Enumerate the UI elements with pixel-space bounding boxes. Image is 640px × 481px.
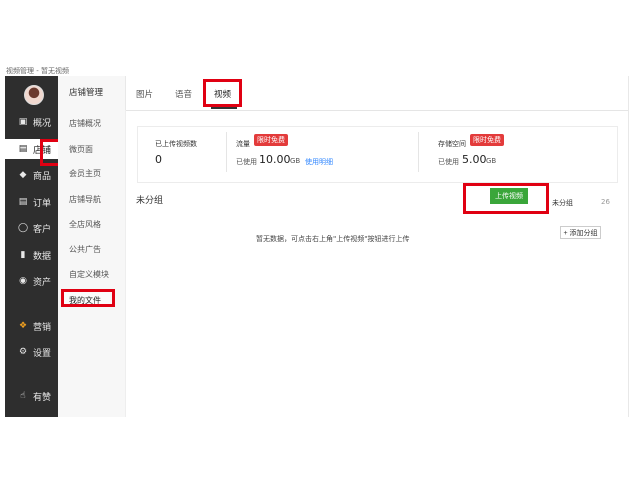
user-icon: ◯	[17, 223, 29, 233]
sidebar-item-label: 商品	[33, 171, 52, 182]
sidebar-item-orders[interactable]: ▤ 订单	[5, 192, 58, 212]
tab-active-indicator	[211, 107, 237, 109]
storage-used-prefix: 已使用	[438, 158, 459, 166]
tab-audio[interactable]: 语音	[175, 88, 192, 100]
tab-images[interactable]: 图片	[136, 88, 153, 100]
sidebar-item-label: 订单	[33, 198, 52, 209]
sidebar-item-label: 设置	[33, 348, 52, 359]
subnav-item-store-style[interactable]: 全店风格	[69, 219, 101, 230]
sidebar-item-customers[interactable]: ◯ 客户	[5, 218, 58, 238]
sidebar-item-settings[interactable]: ⚙ 设置	[5, 342, 58, 362]
traffic-free-badge: 限时免费	[254, 134, 288, 146]
grid-icon: ❖	[18, 321, 28, 331]
storage-unit: GB	[486, 157, 497, 165]
storage-label: 存储空间	[438, 140, 466, 148]
uploaded-count-value: 0	[155, 153, 162, 166]
sidebar-item-products[interactable]: ◆ 商品	[5, 165, 58, 185]
thumbs-up-icon: ☝	[20, 391, 26, 401]
sidebar-item-marketing[interactable]: ❖ 营销	[5, 316, 58, 336]
tabs-divider	[125, 110, 628, 111]
content-left-border	[125, 110, 126, 417]
group-title: 未分组	[136, 196, 164, 206]
subnav-item-public-ad[interactable]: 公共广告	[69, 244, 101, 255]
sidebar-item-label: 有赞	[33, 392, 52, 403]
add-group-button[interactable]: + 添加分组	[560, 226, 601, 239]
wallet-icon: ◉	[19, 276, 27, 286]
gear-icon: ⚙	[18, 347, 28, 357]
traffic-used-value: 10.00	[259, 153, 291, 166]
subnav-title: 店铺管理	[69, 88, 104, 98]
order-list-icon: ▤	[18, 197, 28, 207]
tag-icon: ◆	[19, 170, 27, 180]
monitor-icon: ▣	[18, 117, 28, 127]
empty-state-message: 暂无数据，可点击右上角"上传视频"按钮进行上传	[256, 235, 410, 243]
sidebar-item-assets[interactable]: ◉ 资产	[5, 271, 58, 291]
sidebar-item-label: 数据	[33, 251, 52, 262]
subnav-item-micropage[interactable]: 微页面	[69, 144, 93, 155]
stats-divider	[226, 132, 227, 172]
usage-details-link[interactable]: 使用明细	[305, 157, 333, 167]
stats-divider	[418, 132, 419, 172]
uploaded-count-label: 已上传视频数	[155, 140, 197, 148]
sidebar-item-data[interactable]: ▮ 数据	[5, 245, 58, 265]
traffic-unit: GB	[290, 157, 301, 165]
sidebar-item-youzan[interactable]: ☝ 有赞	[5, 386, 58, 406]
bar-chart-icon: ▮	[20, 250, 26, 260]
sidebar-item-label: 客户	[33, 224, 52, 235]
traffic-used-prefix: 已使用	[236, 158, 257, 166]
sidebar-item-label: 营销	[33, 322, 52, 333]
group-list-item-ungrouped[interactable]: 未分组	[552, 198, 573, 208]
subnav-item-overview[interactable]: 店铺概况	[69, 118, 101, 129]
traffic-label: 流量	[236, 140, 250, 148]
sidebar-item-overview[interactable]: ▣ 概况	[5, 112, 58, 132]
subnav-item-member-home[interactable]: 会员主页	[69, 168, 101, 179]
group-item-count: 26	[601, 198, 610, 206]
upload-highlight-box	[463, 183, 549, 214]
storage-used-value: 5.00	[462, 153, 487, 166]
storage-free-badge: 限时免费	[470, 134, 504, 146]
main-sidebar: ▣ 概况 ▤ 店铺 ◆ 商品 ▤ 订单 ◯ 客户 ▮ 数据 ◉ 资产 ❖ 营销 …	[5, 76, 58, 417]
subnav-item-store-nav[interactable]: 店铺导航	[69, 194, 101, 205]
content-right-border	[628, 76, 629, 417]
store-icon: ▤	[18, 144, 28, 154]
subnav-item-custom-module[interactable]: 自定义模块	[69, 269, 109, 280]
sidebar-item-label: 概况	[33, 118, 52, 129]
sidebar-item-label: 资产	[33, 277, 52, 288]
avatar[interactable]	[24, 85, 44, 105]
window-title: 视频管理 - 暂无视频	[6, 67, 69, 75]
stats-panel	[137, 126, 618, 183]
my-files-highlight-box	[61, 289, 115, 307]
video-tab-highlight-box	[203, 79, 242, 107]
